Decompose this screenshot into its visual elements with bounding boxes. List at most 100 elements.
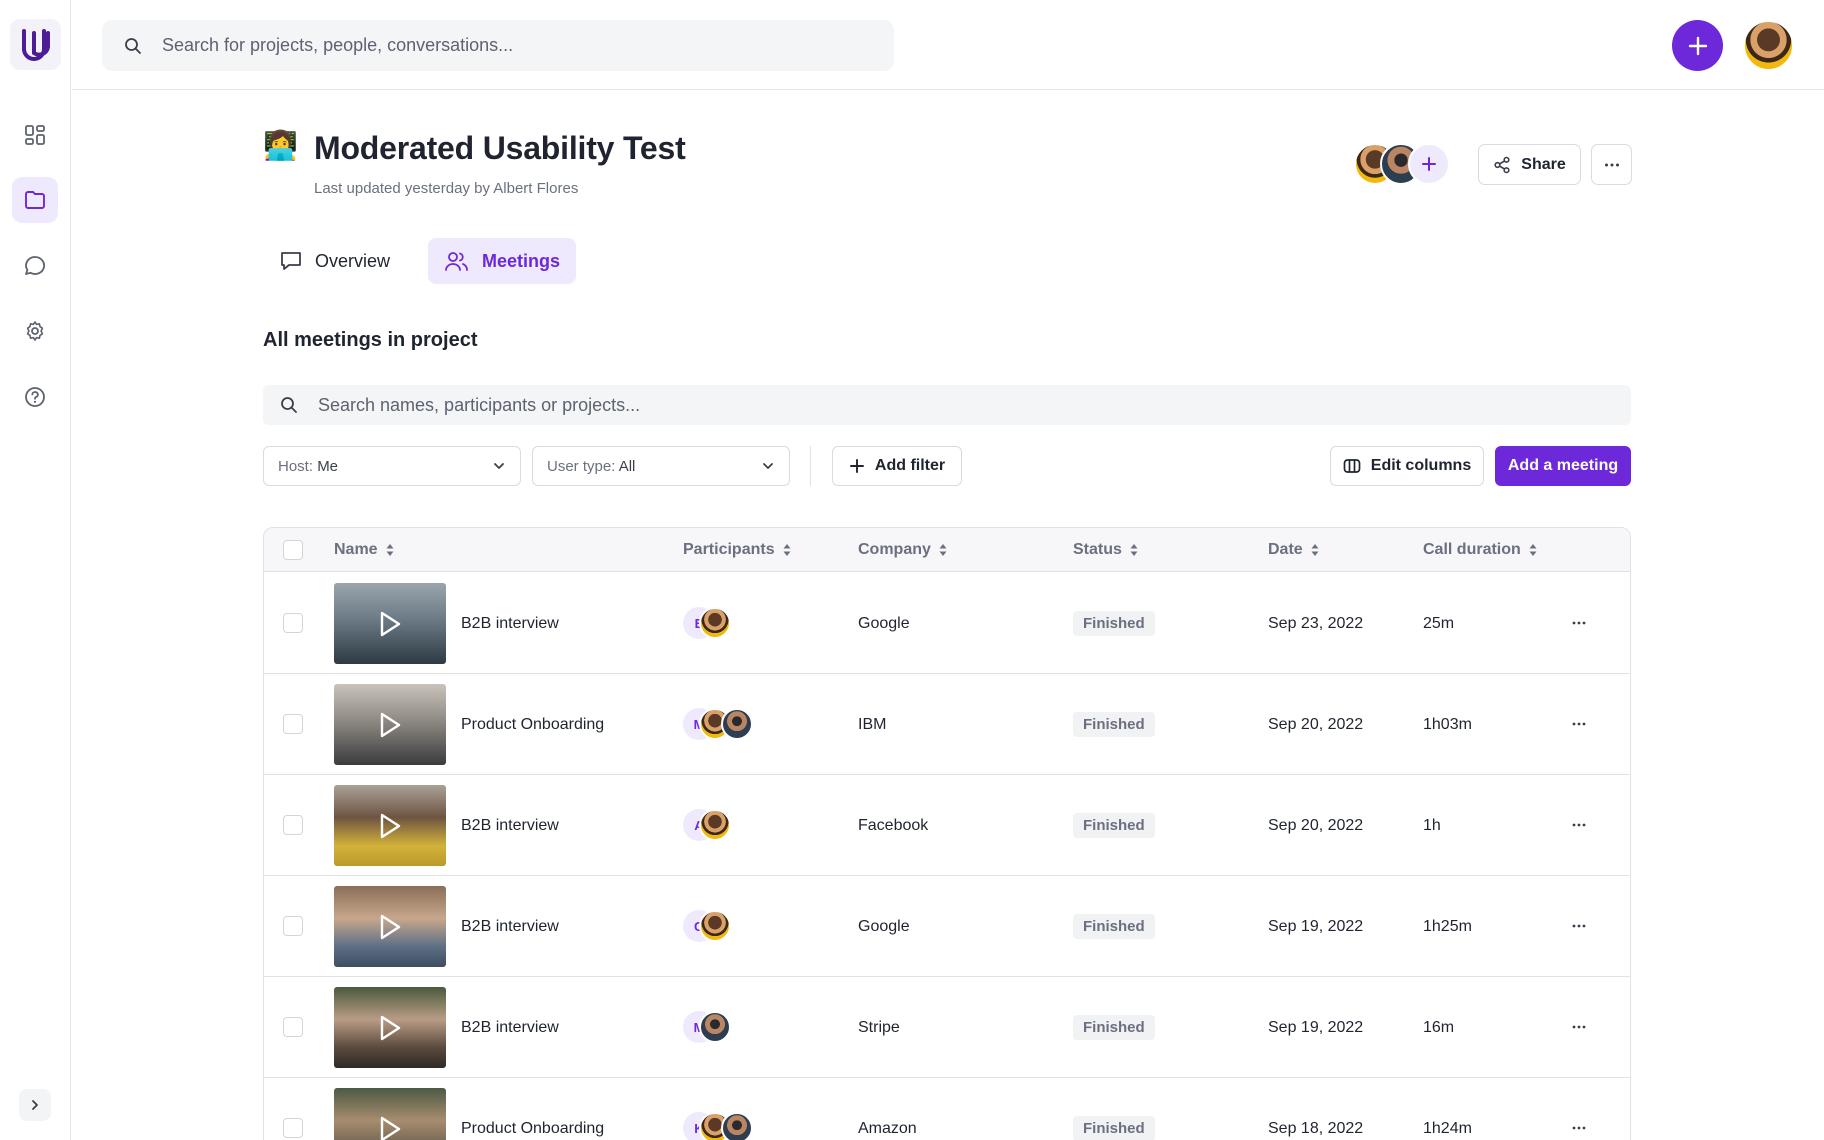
create-button[interactable] [1672,20,1723,71]
global-search-input[interactable] [162,35,862,56]
meeting-name[interactable]: Product Onboarding [461,674,604,775]
row-more-button[interactable] [1569,1118,1589,1138]
row-checkbox[interactable] [283,815,303,835]
more-horizontal-icon [1572,1025,1586,1029]
table-row[interactable]: B2B interview A Facebook Finished Sep 20… [264,775,1630,876]
row-checkbox[interactable] [283,1118,303,1138]
status-badge: Finished [1073,1116,1155,1140]
company: Google [858,917,910,935]
add-meeting-button[interactable]: Add a meeting [1495,446,1631,486]
row-more-button[interactable] [1569,714,1589,734]
meeting-name[interactable]: B2B interview [461,977,559,1078]
column-label: Date [1268,541,1303,558]
tab-overview[interactable]: Overview [263,238,406,284]
host-label: Host: [278,457,314,475]
meeting-name[interactable]: Product Onboarding [461,1078,604,1140]
video-thumbnail[interactable] [334,987,446,1068]
video-thumbnail[interactable] [334,583,446,664]
row-more-button[interactable] [1569,1017,1589,1037]
call-duration: 1h25m [1423,917,1472,935]
select-all-checkbox[interactable] [283,540,303,560]
last-updated-text: Last updated yesterday by Albert Flores [314,180,579,197]
status-badge: Finished [1073,813,1155,838]
meeting-date: Sep 20, 2022 [1268,715,1364,733]
logo-icon [21,28,50,61]
app-logo[interactable] [10,19,61,70]
add-filter-button[interactable]: Add filter [832,446,962,486]
sort-icon [783,544,791,556]
project-more-button[interactable] [1591,144,1632,185]
column-header-participants[interactable]: Participants [683,528,791,572]
status-cell: Finished [1073,775,1155,876]
sort-icon [1529,544,1537,556]
column-header-call-duration[interactable]: Call duration [1423,528,1537,572]
add-collaborator-button[interactable] [1408,143,1450,185]
row-more-button[interactable] [1569,613,1589,633]
chat-icon [25,256,46,275]
column-header-status[interactable]: Status [1073,528,1138,572]
row-checkbox[interactable] [283,613,303,633]
nav-dashboard[interactable] [12,112,58,158]
row-more-button[interactable] [1569,815,1589,835]
meeting-name[interactable]: B2B interview [461,775,559,876]
meeting-name[interactable]: B2B interview [461,573,559,674]
column-header-company[interactable]: Company [858,528,947,572]
plus-icon [1688,36,1707,55]
meeting-date: Sep 23, 2022 [1268,614,1364,632]
sort-icon [386,544,394,556]
plus-icon [1422,157,1436,171]
meeting-search[interactable] [263,385,1631,425]
search-icon [125,37,141,54]
meeting-date: Sep 18, 2022 [1268,1119,1364,1137]
table-row[interactable]: B2B interview M Stripe Finished Sep 19, … [264,977,1630,1078]
meeting-date: Sep 19, 2022 [1268,1018,1364,1036]
user-type-select[interactable]: User type: All [532,446,790,486]
play-icon [380,1015,401,1041]
search-icon [281,397,297,413]
meeting-name[interactable]: B2B interview [461,876,559,977]
share-icon [1494,156,1510,173]
table-row[interactable]: Product Onboarding K Amazon Finished Sep… [264,1078,1630,1140]
video-thumbnail[interactable] [334,785,446,866]
tab-meetings[interactable]: Meetings [428,238,577,284]
expand-sidebar-button[interactable] [19,1089,51,1121]
column-header-date[interactable]: Date [1268,528,1319,572]
table-row[interactable]: B2B interview E Google Finished Sep 23, … [264,573,1630,674]
nav-help[interactable] [12,374,58,420]
column-label: Status [1073,541,1122,558]
user-avatar[interactable] [1743,20,1794,71]
nav-settings[interactable] [12,308,58,354]
video-thumbnail[interactable] [334,886,446,967]
chevron-right-icon [32,1100,38,1110]
row-more-button[interactable] [1569,916,1589,936]
participant-avatar [699,809,731,841]
share-label: Share [1521,155,1566,173]
nav-projects[interactable] [12,177,58,223]
project-emoji: 👩‍💻 [263,130,298,161]
share-button[interactable]: Share [1478,144,1581,185]
meeting-search-input[interactable] [318,394,1518,416]
table-row[interactable]: Product Onboarding M IBM Finished Sep 20… [264,674,1630,775]
row-checkbox[interactable] [283,714,303,734]
column-header-name[interactable]: Name [334,528,394,572]
more-horizontal-icon [1572,621,1586,625]
row-checkbox[interactable] [283,916,303,936]
row-checkbox[interactable] [283,1017,303,1037]
edit-columns-button[interactable]: Edit columns [1330,446,1484,486]
page-title: Moderated Usability Test [314,130,686,166]
participant-avatar [699,1011,731,1043]
tab-overview-label: Overview [315,250,391,271]
video-thumbnail[interactable] [334,1088,446,1140]
table-row[interactable]: B2B interview G Google Finished Sep 19, … [264,876,1630,977]
global-search[interactable] [102,20,894,71]
sort-icon [939,544,947,556]
nav-conversations[interactable] [12,243,58,289]
company: Facebook [858,816,929,834]
call-duration: 1h24m [1423,1119,1472,1137]
status-cell: Finished [1073,977,1155,1078]
table-header: Name Participants Company Status Date Ca… [264,528,1630,572]
chevron-down-icon [763,463,773,469]
status-cell: Finished [1073,876,1155,977]
video-thumbnail[interactable] [334,684,446,765]
host-select[interactable]: Host: Me [263,446,521,486]
